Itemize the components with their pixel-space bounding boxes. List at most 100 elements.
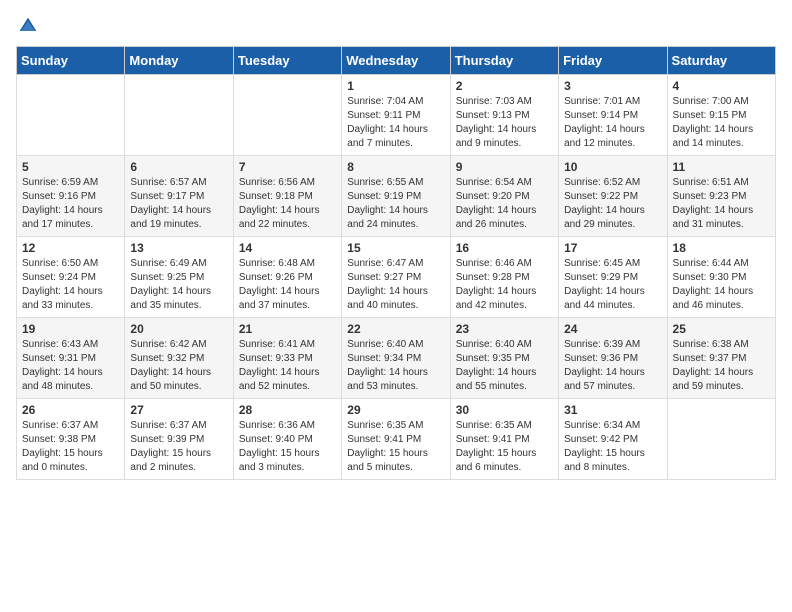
- logo: [16, 16, 38, 36]
- calendar-cell: [667, 399, 775, 480]
- calendar-cell: 31 Sunrise: 6:34 AM Sunset: 9:42 PM Dayli…: [559, 399, 667, 480]
- calendar-header-thursday: Thursday: [450, 47, 558, 75]
- day-info: Sunrise: 7:00 AM Sunset: 9:15 PM Dayligh…: [673, 95, 770, 151]
- calendar-header-monday: Monday: [125, 47, 233, 75]
- calendar-cell: 24 Sunrise: 6:39 AM Sunset: 9:36 PM Dayli…: [559, 318, 667, 399]
- day-info: Sunrise: 6:37 AM Sunset: 9:39 PM Dayligh…: [130, 419, 227, 475]
- day-number: 15: [347, 241, 444, 255]
- day-number: 20: [130, 322, 227, 336]
- day-info: Sunrise: 6:57 AM Sunset: 9:17 PM Dayligh…: [130, 176, 227, 232]
- day-info: Sunrise: 6:40 AM Sunset: 9:34 PM Dayligh…: [347, 338, 444, 394]
- day-number: 23: [456, 322, 553, 336]
- calendar-header-wednesday: Wednesday: [342, 47, 450, 75]
- day-number: 29: [347, 403, 444, 417]
- calendar-cell: 26 Sunrise: 6:37 AM Sunset: 9:38 PM Dayli…: [17, 399, 125, 480]
- day-number: 19: [22, 322, 119, 336]
- calendar-cell: 30 Sunrise: 6:35 AM Sunset: 9:41 PM Dayli…: [450, 399, 558, 480]
- day-info: Sunrise: 6:52 AM Sunset: 9:22 PM Dayligh…: [564, 176, 661, 232]
- calendar-cell: 10Sunrise: 6:52 AM Sunset: 9:22 PM Dayli…: [559, 156, 667, 237]
- day-info: Sunrise: 6:55 AM Sunset: 9:19 PM Dayligh…: [347, 176, 444, 232]
- calendar-cell: 15 Sunrise: 6:47 AM Sunset: 9:27 PM Dayli…: [342, 237, 450, 318]
- day-number: 5: [22, 160, 119, 174]
- calendar-header-sunday: Sunday: [17, 47, 125, 75]
- day-number: 4: [673, 79, 770, 93]
- calendar-cell: 14Sunrise: 6:48 AM Sunset: 9:26 PM Dayli…: [233, 237, 341, 318]
- day-info: Sunrise: 6:54 AM Sunset: 9:20 PM Dayligh…: [456, 176, 553, 232]
- day-number: 14: [239, 241, 336, 255]
- calendar-cell: 11 Sunrise: 6:51 AM Sunset: 9:23 PM Dayli…: [667, 156, 775, 237]
- calendar-cell: 27 Sunrise: 6:37 AM Sunset: 9:39 PM Dayli…: [125, 399, 233, 480]
- calendar-header-friday: Friday: [559, 47, 667, 75]
- calendar-cell: 7Sunrise: 6:56 AM Sunset: 9:18 PM Daylig…: [233, 156, 341, 237]
- day-number: 13: [130, 241, 227, 255]
- day-info: Sunrise: 6:51 AM Sunset: 9:23 PM Dayligh…: [673, 176, 770, 232]
- day-info: Sunrise: 6:49 AM Sunset: 9:25 PM Dayligh…: [130, 257, 227, 313]
- day-info: Sunrise: 6:37 AM Sunset: 9:38 PM Dayligh…: [22, 419, 119, 475]
- day-info: Sunrise: 6:34 AM Sunset: 9:42 PM Dayligh…: [564, 419, 661, 475]
- day-info: Sunrise: 6:45 AM Sunset: 9:29 PM Dayligh…: [564, 257, 661, 313]
- day-number: 8: [347, 160, 444, 174]
- calendar-cell: 5 Sunrise: 6:59 AM Sunset: 9:16 PM Daylig…: [17, 156, 125, 237]
- day-number: 24: [564, 322, 661, 336]
- day-info: Sunrise: 6:56 AM Sunset: 9:18 PM Dayligh…: [239, 176, 336, 232]
- day-info: Sunrise: 7:03 AM Sunset: 9:13 PM Dayligh…: [456, 95, 553, 151]
- calendar-cell: 9 Sunrise: 6:54 AM Sunset: 9:20 PM Daylig…: [450, 156, 558, 237]
- day-number: 3: [564, 79, 661, 93]
- calendar-header-row: SundayMondayTuesdayWednesdayThursdayFrid…: [17, 47, 776, 75]
- day-info: Sunrise: 6:44 AM Sunset: 9:30 PM Dayligh…: [673, 257, 770, 313]
- calendar-cell: 20 Sunrise: 6:42 AM Sunset: 9:32 PM Dayli…: [125, 318, 233, 399]
- calendar-cell: 21Sunrise: 6:41 AM Sunset: 9:33 PM Dayli…: [233, 318, 341, 399]
- calendar-cell: 6Sunrise: 6:57 AM Sunset: 9:17 PM Daylig…: [125, 156, 233, 237]
- calendar-week-row: 12Sunrise: 6:50 AM Sunset: 9:24 PM Dayli…: [17, 237, 776, 318]
- day-info: Sunrise: 6:39 AM Sunset: 9:36 PM Dayligh…: [564, 338, 661, 394]
- calendar-cell: 16 Sunrise: 6:46 AM Sunset: 9:28 PM Dayli…: [450, 237, 558, 318]
- calendar-cell: 8 Sunrise: 6:55 AM Sunset: 9:19 PM Daylig…: [342, 156, 450, 237]
- day-number: 30: [456, 403, 553, 417]
- day-info: Sunrise: 7:04 AM Sunset: 9:11 PM Dayligh…: [347, 95, 444, 151]
- day-number: 31: [564, 403, 661, 417]
- day-number: 17: [564, 241, 661, 255]
- day-number: 2: [456, 79, 553, 93]
- day-number: 27: [130, 403, 227, 417]
- day-number: 25: [673, 322, 770, 336]
- day-info: Sunrise: 6:35 AM Sunset: 9:41 PM Dayligh…: [347, 419, 444, 475]
- calendar-cell: 1Sunrise: 7:04 AM Sunset: 9:11 PM Daylig…: [342, 75, 450, 156]
- calendar-week-row: 5 Sunrise: 6:59 AM Sunset: 9:16 PM Daylig…: [17, 156, 776, 237]
- calendar-cell: 19 Sunrise: 6:43 AM Sunset: 9:31 PM Dayli…: [17, 318, 125, 399]
- calendar-header-tuesday: Tuesday: [233, 47, 341, 75]
- calendar-cell: 22 Sunrise: 6:40 AM Sunset: 9:34 PM Dayli…: [342, 318, 450, 399]
- calendar-week-row: 1Sunrise: 7:04 AM Sunset: 9:11 PM Daylig…: [17, 75, 776, 156]
- day-info: Sunrise: 6:35 AM Sunset: 9:41 PM Dayligh…: [456, 419, 553, 475]
- calendar-cell: 28Sunrise: 6:36 AM Sunset: 9:40 PM Dayli…: [233, 399, 341, 480]
- day-info: Sunrise: 6:40 AM Sunset: 9:35 PM Dayligh…: [456, 338, 553, 394]
- calendar-cell: [17, 75, 125, 156]
- day-number: 22: [347, 322, 444, 336]
- calendar-cell: 17 Sunrise: 6:45 AM Sunset: 9:29 PM Dayli…: [559, 237, 667, 318]
- day-info: Sunrise: 6:46 AM Sunset: 9:28 PM Dayligh…: [456, 257, 553, 313]
- calendar-body: 1Sunrise: 7:04 AM Sunset: 9:11 PM Daylig…: [17, 75, 776, 480]
- day-number: 11: [673, 160, 770, 174]
- calendar-header-saturday: Saturday: [667, 47, 775, 75]
- calendar-cell: [233, 75, 341, 156]
- day-number: 26: [22, 403, 119, 417]
- calendar-cell: [125, 75, 233, 156]
- day-info: Sunrise: 7:01 AM Sunset: 9:14 PM Dayligh…: [564, 95, 661, 151]
- day-number: 18: [673, 241, 770, 255]
- day-number: 12: [22, 241, 119, 255]
- calendar-cell: 18 Sunrise: 6:44 AM Sunset: 9:30 PM Dayli…: [667, 237, 775, 318]
- day-info: Sunrise: 6:43 AM Sunset: 9:31 PM Dayligh…: [22, 338, 119, 394]
- day-info: Sunrise: 6:41 AM Sunset: 9:33 PM Dayligh…: [239, 338, 336, 394]
- calendar-cell: 2 Sunrise: 7:03 AM Sunset: 9:13 PM Daylig…: [450, 75, 558, 156]
- day-info: Sunrise: 6:59 AM Sunset: 9:16 PM Dayligh…: [22, 176, 119, 232]
- day-info: Sunrise: 6:47 AM Sunset: 9:27 PM Dayligh…: [347, 257, 444, 313]
- logo-icon: [18, 16, 38, 36]
- day-number: 9: [456, 160, 553, 174]
- calendar-cell: 29 Sunrise: 6:35 AM Sunset: 9:41 PM Dayli…: [342, 399, 450, 480]
- day-info: Sunrise: 6:42 AM Sunset: 9:32 PM Dayligh…: [130, 338, 227, 394]
- calendar-cell: 4 Sunrise: 7:00 AM Sunset: 9:15 PM Daylig…: [667, 75, 775, 156]
- day-number: 16: [456, 241, 553, 255]
- calendar-week-row: 26 Sunrise: 6:37 AM Sunset: 9:38 PM Dayli…: [17, 399, 776, 480]
- page-header: [16, 16, 776, 36]
- calendar-cell: 25Sunrise: 6:38 AM Sunset: 9:37 PM Dayli…: [667, 318, 775, 399]
- calendar-cell: 13 Sunrise: 6:49 AM Sunset: 9:25 PM Dayli…: [125, 237, 233, 318]
